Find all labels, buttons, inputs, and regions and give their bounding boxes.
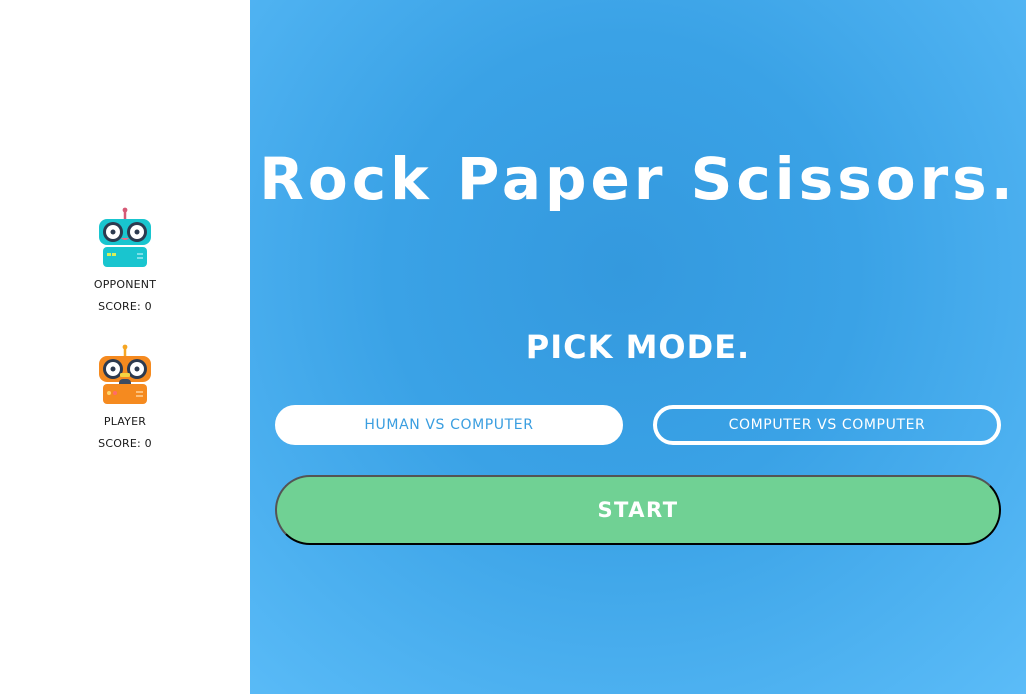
main-panel: Rock Paper Scissors. PICK MODE. HUMAN VS… bbox=[250, 0, 1026, 694]
human-vs-computer-button[interactable]: HUMAN VS COMPUTER bbox=[275, 405, 623, 445]
sidebar: OPPONENT SCORE: 0 PLAYER SCORE: 0 bbox=[0, 0, 250, 694]
game-title: Rock Paper Scissors. bbox=[259, 145, 1017, 213]
robot-orange-icon bbox=[99, 344, 151, 404]
pick-mode-heading: PICK MODE. bbox=[525, 328, 751, 366]
opponent-name: OPPONENT bbox=[93, 278, 157, 291]
computer-vs-computer-button[interactable]: COMPUTER VS COMPUTER bbox=[653, 405, 1001, 445]
robot-teal-icon bbox=[99, 207, 151, 267]
player-card: PLAYER SCORE: 0 bbox=[0, 343, 250, 451]
player-name: PLAYER bbox=[103, 415, 147, 428]
opponent-card: OPPONENT SCORE: 0 bbox=[0, 206, 250, 314]
opponent-score: SCORE: 0 bbox=[98, 300, 152, 313]
start-button[interactable]: START bbox=[275, 475, 1001, 545]
player-score: SCORE: 0 bbox=[98, 437, 152, 450]
game-screen: OPPONENT SCORE: 0 PLAYER SCORE: 0 Rock P… bbox=[0, 0, 1026, 694]
